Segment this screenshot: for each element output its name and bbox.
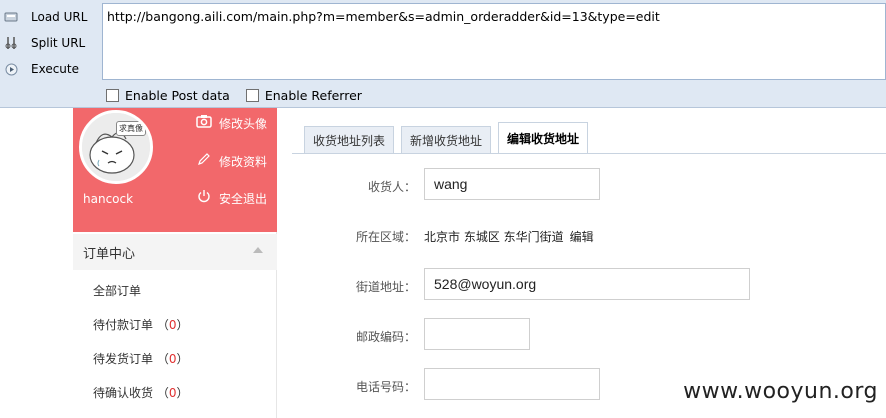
load-url-label: Load URL xyxy=(31,10,88,24)
count-value: 0 xyxy=(168,352,177,366)
member-sidebar: 求真像 hancock 修改头像 修改资料 安全退出 订单中心 全部订单 待付款… xyxy=(73,108,277,418)
menu-item-label: 待确认收货 xyxy=(93,386,154,400)
menu-item-pending-shipment[interactable]: 待发货订单 （0） xyxy=(93,350,189,367)
split-url-icon xyxy=(3,35,19,51)
split-url-button[interactable]: Split URL xyxy=(0,31,100,55)
edit-profile-label: 修改资料 xyxy=(219,154,268,169)
hackbar-options: Enable Post data Enable Referrer xyxy=(106,86,378,104)
execute-label: Execute xyxy=(31,62,79,76)
menu-item-pending-payment[interactable]: 待付款订单 （0） xyxy=(93,316,189,333)
menu-item-count: （0） xyxy=(156,386,189,400)
avatar[interactable]: 求真像 xyxy=(79,110,153,184)
load-url-icon xyxy=(3,9,19,25)
recipient-input[interactable]: wang xyxy=(424,168,600,200)
street-label: 街道地址： xyxy=(355,280,416,294)
username: hancock xyxy=(83,192,134,206)
post-checkbox-box[interactable] xyxy=(106,88,119,102)
split-url-label: Split URL xyxy=(31,36,86,50)
camera-icon xyxy=(195,114,213,132)
logout-label: 安全退出 xyxy=(219,191,268,206)
phone-label: 电话号码： xyxy=(355,380,416,394)
tab-divider xyxy=(292,153,886,154)
page-content: 求真像 hancock 修改头像 修改资料 安全退出 订单中心 全部订单 待付款… xyxy=(0,108,886,418)
phone-input[interactable] xyxy=(424,368,600,400)
enable-referrer-label: Enable Referrer xyxy=(264,87,362,103)
count-value: 0 xyxy=(168,318,177,332)
page-gutter xyxy=(0,108,73,418)
tab-label: 收货地址列表 xyxy=(313,134,386,148)
execute-button[interactable]: Execute xyxy=(0,57,100,81)
menu-item-label: 待付款订单 xyxy=(93,318,154,332)
order-center-title: 订单中心 xyxy=(83,246,136,262)
tab-label: 新增收货地址 xyxy=(410,134,483,148)
region-edit-link[interactable]: 编辑 xyxy=(570,230,594,244)
order-center-header[interactable]: 订单中心 xyxy=(73,234,277,270)
collapse-arrow-icon[interactable] xyxy=(253,247,263,253)
count-value: 0 xyxy=(168,386,177,400)
avatar-bubble: 求真像 xyxy=(116,121,146,136)
enable-referrer-checkbox[interactable]: Enable Referrer xyxy=(245,87,362,103)
street-input[interactable]: 528@woyun.org xyxy=(424,268,750,300)
menu-item-label: 全部订单 xyxy=(93,284,142,298)
hackbar-buttons: Load URL Split URL Execute xyxy=(0,0,102,80)
tab-address-list[interactable]: 收货地址列表 xyxy=(304,126,395,154)
power-icon xyxy=(195,189,213,207)
tab-add-address[interactable]: 新增收货地址 xyxy=(401,126,492,154)
zip-label: 邮政编码： xyxy=(355,330,416,344)
region-value: 北京市 东城区 东华门街道 编辑 xyxy=(424,228,594,245)
watermark: www.wooyun.org xyxy=(683,379,878,404)
menu-item-count: （0） xyxy=(156,318,189,332)
address-tabs: 收货地址列表 新增收货地址 编辑收货地址 xyxy=(304,122,595,154)
tab-label: 编辑收货地址 xyxy=(507,132,580,146)
recipient-label: 收货人： xyxy=(367,180,416,194)
edit-profile-link[interactable]: 修改资料 xyxy=(195,152,267,170)
change-avatar-link[interactable]: 修改头像 xyxy=(195,114,267,132)
load-url-button[interactable]: Load URL xyxy=(0,5,100,29)
logout-link[interactable]: 安全退出 xyxy=(195,189,267,207)
enable-post-checkbox[interactable]: Enable Post data xyxy=(106,88,230,103)
hackbar-toolbar: Load URL Split URL Execute http://bangon… xyxy=(0,0,886,108)
menu-item-all-orders[interactable]: 全部订单 xyxy=(93,282,141,299)
address-editor: 收货地址列表 新增收货地址 编辑收货地址 收货人： wang 所在区域： 北京市… xyxy=(278,108,886,418)
menu-item-pending-receipt[interactable]: 待确认收货 （0） xyxy=(93,384,189,401)
zip-input[interactable] xyxy=(424,318,530,350)
enable-post-label: Enable Post data xyxy=(125,87,230,103)
profile-panel: 求真像 hancock 修改头像 修改资料 安全退出 xyxy=(73,108,277,232)
pencil-icon xyxy=(195,152,213,170)
menu-item-count: （0） xyxy=(156,352,189,366)
menu-item-label: 待发货订单 xyxy=(93,352,154,366)
tab-edit-address[interactable]: 编辑收货地址 xyxy=(498,122,589,154)
region-text: 北京市 东城区 东华门街道 xyxy=(424,230,564,244)
change-avatar-label: 修改头像 xyxy=(219,116,268,131)
execute-icon xyxy=(3,61,19,77)
region-label: 所在区域： xyxy=(355,230,416,244)
referrer-checkbox-box[interactable] xyxy=(245,88,259,102)
url-textarea[interactable]: http://bangong.aili.com/main.php?m=membe… xyxy=(102,3,886,80)
